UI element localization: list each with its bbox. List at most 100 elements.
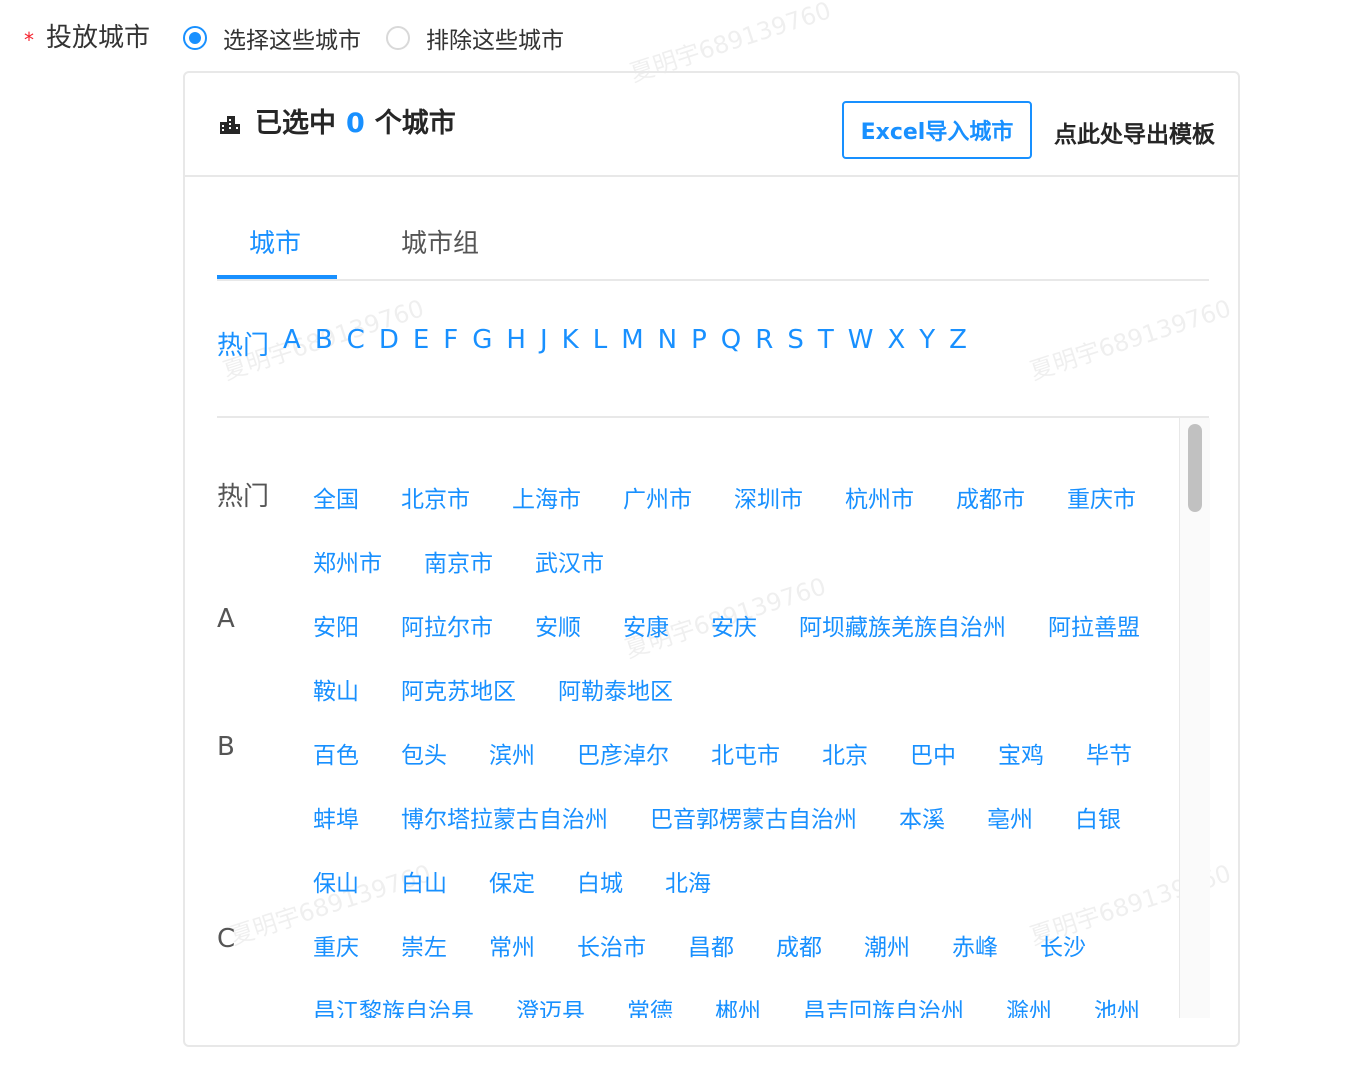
- letter-index-p[interactable]: P: [691, 325, 707, 362]
- city-option[interactable]: 阿拉尔市: [401, 608, 493, 642]
- letter-index-f[interactable]: F: [443, 325, 458, 362]
- selected-count: 0: [346, 108, 365, 139]
- city-option[interactable]: 白城: [577, 864, 623, 898]
- city-option[interactable]: 滁州: [1006, 992, 1052, 1018]
- city-option[interactable]: 安庆: [711, 608, 757, 642]
- city-option[interactable]: 保定: [489, 864, 535, 898]
- radio-label: 排除这些城市: [426, 28, 564, 54]
- buildings-icon: [220, 116, 240, 134]
- city-option[interactable]: 广州市: [623, 480, 692, 514]
- city-option[interactable]: 毕节: [1086, 736, 1132, 770]
- city-option[interactable]: 长沙: [1040, 928, 1086, 962]
- city-option[interactable]: 赤峰: [952, 928, 998, 962]
- radio-include-cities[interactable]: 选择这些城市: [183, 22, 361, 54]
- letter-index-hot[interactable]: 热门: [217, 325, 269, 362]
- tab-city-groups[interactable]: 城市组: [401, 223, 479, 260]
- radio-checked-icon: [183, 26, 207, 50]
- radio-label: 选择这些城市: [223, 28, 361, 54]
- letter-index-l[interactable]: L: [593, 325, 608, 362]
- letter-index-a[interactable]: A: [283, 325, 301, 362]
- city-option[interactable]: 重庆: [313, 928, 359, 962]
- city-option[interactable]: 蚌埠: [313, 800, 359, 834]
- city-option[interactable]: 北海: [665, 864, 711, 898]
- city-option[interactable]: 潮州: [864, 928, 910, 962]
- radio-exclude-cities[interactable]: 排除这些城市: [386, 22, 564, 54]
- selected-count-text: 已选中 0 个城市: [255, 101, 456, 140]
- letter-index-g[interactable]: G: [472, 325, 492, 362]
- city-option[interactable]: 百色: [313, 736, 359, 770]
- city-option[interactable]: 深圳市: [734, 480, 803, 514]
- city-option[interactable]: 昌江黎族自治县: [313, 992, 474, 1018]
- city-option[interactable]: 包头: [401, 736, 447, 770]
- city-option[interactable]: 保山: [313, 864, 359, 898]
- city-option[interactable]: 巴彦淖尔: [577, 736, 669, 770]
- letter-index-q[interactable]: Q: [721, 325, 741, 362]
- letter-index-n[interactable]: N: [658, 325, 677, 362]
- city-option[interactable]: 常德: [627, 992, 673, 1018]
- group-letter: B: [217, 732, 235, 762]
- city-option[interactable]: 阿勒泰地区: [558, 672, 673, 706]
- city-option[interactable]: 滨州: [489, 736, 535, 770]
- letter-index-d[interactable]: D: [379, 325, 399, 362]
- group-letter: A: [217, 604, 235, 634]
- city-option[interactable]: 安康: [623, 608, 669, 642]
- city-option[interactable]: 安阳: [313, 608, 359, 642]
- scrollbar-track[interactable]: [1179, 418, 1210, 1018]
- city-option[interactable]: 昌都: [688, 928, 734, 962]
- tab-bar: 城市 城市组: [217, 223, 1209, 281]
- city-option[interactable]: 昌吉回族自治州: [803, 992, 964, 1018]
- selected-suffix: 个城市: [374, 108, 456, 139]
- city-option[interactable]: 博尔塔拉蒙古自治州: [401, 800, 608, 834]
- letter-index-m[interactable]: M: [621, 325, 643, 362]
- letter-index-k[interactable]: K: [562, 325, 579, 362]
- export-template-link[interactable]: 点此处导出模板: [1054, 115, 1215, 149]
- letter-index-e[interactable]: E: [413, 325, 429, 362]
- letter-index-t[interactable]: T: [818, 325, 834, 362]
- city-option[interactable]: 成都: [776, 928, 822, 962]
- city-option[interactable]: 重庆市: [1067, 480, 1136, 514]
- city-option[interactable]: 郴州: [715, 992, 761, 1018]
- city-option[interactable]: 成都市: [956, 480, 1025, 514]
- scrollbar-thumb[interactable]: [1188, 424, 1202, 512]
- excel-import-button[interactable]: Excel导入城市: [842, 101, 1032, 159]
- field-label: 投放城市: [46, 23, 151, 53]
- city-option[interactable]: 阿克苏地区: [401, 672, 516, 706]
- letter-index-b[interactable]: B: [315, 325, 333, 362]
- city-option[interactable]: 上海市: [512, 480, 581, 514]
- letter-index-y[interactable]: Y: [919, 325, 935, 362]
- letter-index-w[interactable]: W: [848, 325, 874, 362]
- city-option[interactable]: 白银: [1075, 800, 1121, 834]
- city-option[interactable]: 崇左: [401, 928, 447, 962]
- city-option[interactable]: 白山: [401, 864, 447, 898]
- city-option[interactable]: 亳州: [987, 800, 1033, 834]
- city-option[interactable]: 郑州市: [313, 544, 382, 578]
- letter-index-s[interactable]: S: [787, 325, 804, 362]
- city-option[interactable]: 北京: [822, 736, 868, 770]
- city-list: 热门 全国 北京市 上海市 广州市 深圳市 杭州市 成都市 重庆市 郑州市 南京市 武汉市 A 安阳 阿拉尔…: [217, 418, 1209, 1018]
- letter-index-r[interactable]: R: [755, 325, 773, 362]
- letter-index-h[interactable]: H: [506, 325, 526, 362]
- letter-index-c[interactable]: C: [347, 325, 365, 362]
- city-option[interactable]: 阿坝藏族羌族自治州: [799, 608, 1006, 642]
- city-option[interactable]: 澄迈县: [516, 992, 585, 1018]
- city-option[interactable]: 长治市: [577, 928, 646, 962]
- city-option[interactable]: 阿拉善盟: [1048, 608, 1140, 642]
- city-option[interactable]: 巴音郭楞蒙古自治州: [650, 800, 857, 834]
- letter-index-j[interactable]: J: [540, 325, 548, 362]
- letter-index-z[interactable]: Z: [949, 325, 967, 362]
- city-option[interactable]: 全国: [313, 480, 359, 514]
- city-option[interactable]: 巴中: [910, 736, 956, 770]
- city-option[interactable]: 宝鸡: [998, 736, 1044, 770]
- city-option[interactable]: 武汉市: [535, 544, 604, 578]
- tab-cities[interactable]: 城市: [249, 223, 301, 260]
- city-option[interactable]: 本溪: [899, 800, 945, 834]
- city-option[interactable]: 常州: [489, 928, 535, 962]
- city-option[interactable]: 杭州市: [845, 480, 914, 514]
- city-option[interactable]: 南京市: [424, 544, 493, 578]
- city-option[interactable]: 北屯市: [711, 736, 780, 770]
- city-option[interactable]: 北京市: [401, 480, 470, 514]
- city-option[interactable]: 鞍山: [313, 672, 359, 706]
- city-option[interactable]: 池州: [1094, 992, 1140, 1018]
- city-option[interactable]: 安顺: [535, 608, 581, 642]
- letter-index-x[interactable]: X: [887, 325, 905, 362]
